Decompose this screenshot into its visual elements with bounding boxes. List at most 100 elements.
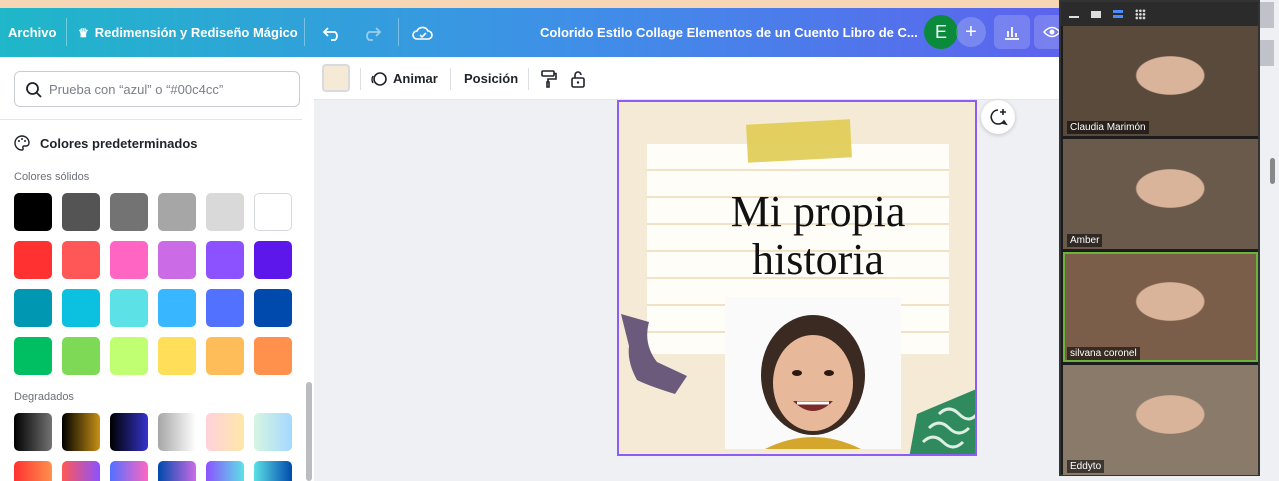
magic-resize-button[interactable]: ♛ Redimensión y Rediseño Mágico xyxy=(78,8,298,57)
minimize-icon[interactable] xyxy=(1069,16,1079,18)
undo-button[interactable] xyxy=(322,8,342,57)
purple-ribbon-graphic[interactable] xyxy=(619,310,691,396)
divider xyxy=(450,68,451,90)
color-swatch[interactable] xyxy=(158,193,196,231)
speaker-view-icon[interactable] xyxy=(1113,10,1123,18)
file-menu-label: Archivo xyxy=(8,25,57,40)
edge-tab xyxy=(1260,2,1274,28)
gradient-swatch[interactable] xyxy=(62,413,100,451)
paint-roller-icon xyxy=(541,69,557,88)
search-placeholder: Prueba con “azul” o “#00c4cc” xyxy=(49,81,224,97)
panel-scrollbar[interactable] xyxy=(306,382,312,481)
participant-name: Claudia Marimón xyxy=(1067,121,1149,134)
page-scrollbar[interactable] xyxy=(1270,158,1275,184)
color-swatch[interactable] xyxy=(110,193,148,231)
divider xyxy=(398,18,399,46)
color-swatch[interactable] xyxy=(62,289,100,327)
color-swatch[interactable] xyxy=(158,337,196,375)
crown-icon: ♛ xyxy=(78,25,89,40)
gradient-swatch[interactable] xyxy=(62,461,100,481)
lock-button[interactable] xyxy=(570,57,586,100)
gradient-swatch[interactable] xyxy=(110,413,148,451)
gradient-swatch[interactable] xyxy=(254,413,292,451)
color-swatch[interactable] xyxy=(254,289,292,327)
gradient-swatch[interactable] xyxy=(14,461,52,481)
color-swatch[interactable] xyxy=(62,337,100,375)
child-photo[interactable] xyxy=(725,297,901,449)
solid-colors-label: Colores sólidos xyxy=(14,171,90,183)
color-swatch[interactable] xyxy=(206,241,244,279)
smiling-child-image xyxy=(761,315,865,449)
gradient-swatch[interactable] xyxy=(206,461,244,481)
gradient-swatch[interactable] xyxy=(110,461,148,481)
color-swatch[interactable] xyxy=(158,241,196,279)
color-swatch[interactable] xyxy=(62,241,100,279)
animate-label: Animar xyxy=(393,71,438,86)
insights-button[interactable] xyxy=(994,15,1030,49)
color-swatch[interactable] xyxy=(110,241,148,279)
color-swatch[interactable] xyxy=(206,337,244,375)
gradient-swatch[interactable] xyxy=(158,413,196,451)
divider xyxy=(360,68,361,90)
animate-button[interactable]: Animar xyxy=(370,57,438,100)
green-pattern-graphic[interactable] xyxy=(909,388,977,456)
color-swatch[interactable] xyxy=(206,289,244,327)
cloud-check-icon xyxy=(412,26,433,40)
avatar[interactable]: E xyxy=(924,15,958,49)
default-colors-title: Colores predeterminados xyxy=(40,135,198,151)
participant-name: Eddyto xyxy=(1067,460,1105,473)
gradient-swatch[interactable] xyxy=(206,413,244,451)
call-view-controls xyxy=(1061,2,1258,26)
color-swatch[interactable] xyxy=(14,289,52,327)
color-swatch[interactable] xyxy=(254,193,292,231)
color-swatch[interactable] xyxy=(158,289,196,327)
tape-graphic[interactable] xyxy=(746,119,852,163)
redo-icon xyxy=(366,26,382,41)
divider xyxy=(66,18,67,46)
participant-video-tile[interactable]: silvana coronel xyxy=(1063,252,1258,362)
participant-video-tile[interactable]: Eddyto xyxy=(1063,365,1258,475)
add-comment-button[interactable] xyxy=(981,100,1015,134)
participant-name: Amber xyxy=(1067,234,1103,247)
color-swatch[interactable] xyxy=(62,193,100,231)
color-swatch[interactable] xyxy=(110,337,148,375)
gallery-view-icon[interactable] xyxy=(1135,8,1146,20)
document-title-label: Colorido Estilo Collage Elementos de un … xyxy=(540,25,918,40)
undo-icon xyxy=(322,26,338,41)
title-line-1[interactable]: Mi propia xyxy=(679,186,957,237)
gradient-swatch[interactable] xyxy=(14,413,52,451)
add-collaborator-button[interactable]: + xyxy=(956,17,986,47)
redo-button[interactable] xyxy=(362,8,382,57)
color-swatch[interactable] xyxy=(254,337,292,375)
bar-chart-icon xyxy=(1005,27,1019,40)
title-line-2[interactable]: historia xyxy=(679,234,957,285)
participant-video-tile[interactable]: Amber xyxy=(1063,139,1258,249)
divider xyxy=(304,18,305,46)
palette-icon xyxy=(14,135,30,151)
background-color-button[interactable] xyxy=(322,64,350,92)
gradient-swatch[interactable] xyxy=(158,461,196,481)
position-button[interactable]: Posición xyxy=(464,57,518,100)
gradient-swatch[interactable] xyxy=(254,461,292,481)
cloud-save-button[interactable] xyxy=(412,8,434,57)
design-page[interactable]: Mi propia historia xyxy=(617,100,977,456)
document-title[interactable]: Colorido Estilo Collage Elementos de un … xyxy=(540,8,918,57)
color-swatch[interactable] xyxy=(254,241,292,279)
color-swatch[interactable] xyxy=(14,241,52,279)
animate-icon xyxy=(371,71,387,86)
participant-video-tile[interactable]: Claudia Marimón xyxy=(1063,26,1258,136)
color-swatch[interactable] xyxy=(206,193,244,231)
color-search-input[interactable]: Prueba con “azul” o “#00c4cc” xyxy=(14,71,300,107)
default-colors-header: Colores predeterminados xyxy=(14,135,198,151)
thumbnail-view-icon[interactable] xyxy=(1091,10,1101,18)
comment-plus-icon xyxy=(990,109,1008,126)
participant-name: silvana coronel xyxy=(1067,347,1140,360)
lock-icon xyxy=(571,70,585,88)
copy-style-button[interactable] xyxy=(540,57,558,100)
color-swatch[interactable] xyxy=(14,337,52,375)
color-swatch[interactable] xyxy=(14,193,52,231)
file-menu-button[interactable]: Archivo xyxy=(8,8,56,57)
color-panel: Prueba con “azul” o “#00c4cc” Colores pr… xyxy=(0,57,314,481)
color-swatch[interactable] xyxy=(110,289,148,327)
video-call-window: Claudia Marimón Amber silvana coronel Eddyt… xyxy=(1059,0,1260,476)
